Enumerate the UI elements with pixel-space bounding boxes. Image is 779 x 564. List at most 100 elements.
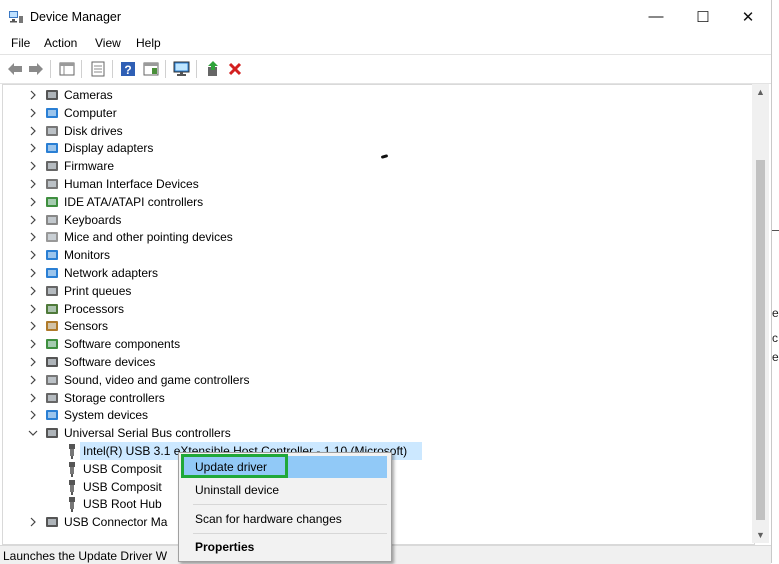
tree-item-label: Display adapters [64,141,154,156]
toolbar-separator [165,60,166,78]
chevron-right-icon[interactable] [28,321,38,331]
tree-item-system-devices[interactable]: System devices [3,406,754,424]
view-button[interactable] [141,59,161,79]
chevron-right-icon[interactable] [28,268,38,278]
context-uninstall-device[interactable]: Uninstall device [181,479,387,501]
toolbar-separator [112,60,113,78]
tree-item-human-interface-devices[interactable]: Human Interface Devices [3,175,754,193]
tree-item-display-adapters[interactable]: Display adapters [3,139,754,157]
device-manager-app-icon [9,11,23,23]
printer-icon [46,285,58,296]
scan-hardware-button[interactable] [172,59,192,79]
maximize-icon: ☐ [696,8,710,26]
tree-item-label: Computer [64,105,117,120]
tree-item-monitors[interactable]: Monitors [3,246,754,264]
tree-item-label: Universal Serial Bus controllers [64,426,231,441]
tree-item-label: Print queues [64,283,132,298]
tree-item-firmware[interactable]: Firmware [3,157,754,175]
chevron-right-icon[interactable] [28,304,38,314]
window-title: Device Manager [30,10,122,24]
storage-controller-icon [46,392,58,403]
minimize-icon: — [648,8,664,25]
chevron-right-icon[interactable] [28,375,38,385]
tree-item-label: Network adapters [64,266,159,280]
context-item-label: Properties [195,540,255,554]
chevron-right-icon[interactable] [28,215,38,225]
tree-item-label: USB Connector Ma [64,515,168,530]
minimize-button[interactable]: — [633,0,679,33]
show-hidden-button[interactable] [88,59,108,79]
tree-item-mice-and-other-pointing-devices[interactable]: Mice and other pointing devices [3,228,754,246]
keyboard-icon [46,214,58,225]
tree-item-universal-serial-bus-controllers[interactable]: Universal Serial Bus controllers [3,424,754,442]
usb-plug-icon [69,461,75,477]
chevron-down-icon[interactable] [28,428,38,438]
chevron-right-icon[interactable] [28,357,38,367]
usb-plug-icon [69,497,75,513]
tree-item-sound-video-and-game-controllers[interactable]: Sound, video and game controllers [3,371,754,389]
help-button[interactable]: ? [118,59,138,79]
tree-item-label: Firmware [64,159,114,174]
tree-item-network-adapters[interactable]: Network adapters [3,264,754,282]
context-separator [193,533,387,534]
maximize-button[interactable]: ☐ [680,0,726,33]
computer-icon [46,107,58,118]
tree-item-disk-drives[interactable]: Disk drives [3,122,754,140]
chevron-right-icon[interactable] [28,232,38,242]
back-button[interactable] [5,59,25,79]
tree-item-keyboards[interactable]: Keyboards [3,211,754,229]
title-bar[interactable]: Device Manager — ☐ ✕ [0,0,771,33]
tree-item-cameras[interactable]: Cameras [3,86,754,104]
tree-item-computer[interactable]: Computer [3,104,754,122]
tree-item-label: Sensors [64,319,109,334]
sensor-icon [46,321,58,332]
background-window-fragment [772,0,779,563]
context-properties[interactable]: Properties [181,536,387,558]
chevron-right-icon[interactable] [28,410,38,420]
chevron-right-icon[interactable] [28,339,38,349]
display-adapter-icon [46,143,58,154]
vertical-scrollbar[interactable]: ▲ ▼ [752,84,769,543]
network-adapter-icon [46,268,58,278]
chevron-right-icon[interactable] [28,197,38,207]
tree-item-storage-controllers[interactable]: Storage controllers [3,389,754,407]
context-scan-hardware[interactable]: Scan for hardware changes [181,508,387,530]
chevron-right-icon[interactable] [28,179,38,189]
camera-icon [46,90,58,100]
uninstall-toolbar-button[interactable] [225,59,245,79]
menu-file[interactable]: File [11,36,30,50]
tree-item-processors[interactable]: Processors [3,300,754,318]
background-text: e [772,350,779,364]
menu-view[interactable]: View [95,36,121,50]
properties-grid-button[interactable] [57,59,77,79]
chevron-right-icon[interactable] [28,143,38,153]
update-driver-toolbar-button[interactable] [203,59,223,79]
tree-item-software-components[interactable]: Software components [3,335,754,353]
menu-action[interactable]: Action [44,36,77,50]
tree-item-sensors[interactable]: Sensors [3,317,754,335]
menu-help[interactable]: Help [136,36,161,50]
chevron-right-icon[interactable] [28,90,38,100]
chevron-right-icon[interactable] [28,517,38,527]
forward-button[interactable] [26,59,46,79]
tree-item-software-devices[interactable]: Software devices [3,353,754,371]
disk-drive-icon [46,125,58,136]
help-icon: ? [121,62,135,77]
scroll-thumb[interactable] [756,160,765,520]
tree-item-label: Human Interface Devices [64,177,199,191]
speaker-icon [46,374,58,385]
context-separator [193,504,387,505]
chevron-right-icon[interactable] [28,161,38,171]
chevron-right-icon[interactable] [28,393,38,403]
scroll-down-icon[interactable]: ▼ [752,527,769,543]
tree-item-label: Keyboards [64,212,122,227]
properties-grid-icon [59,62,75,76]
close-button[interactable]: ✕ [725,0,771,33]
chevron-right-icon[interactable] [28,250,38,260]
chevron-right-icon[interactable] [28,126,38,136]
chevron-right-icon[interactable] [28,286,38,296]
scroll-up-icon[interactable]: ▲ [752,84,769,100]
chevron-right-icon[interactable] [28,108,38,118]
tree-item-ide-ata-atapi-controllers[interactable]: IDE ATA/ATAPI controllers [3,193,754,211]
tree-item-print-queues[interactable]: Print queues [3,282,754,300]
